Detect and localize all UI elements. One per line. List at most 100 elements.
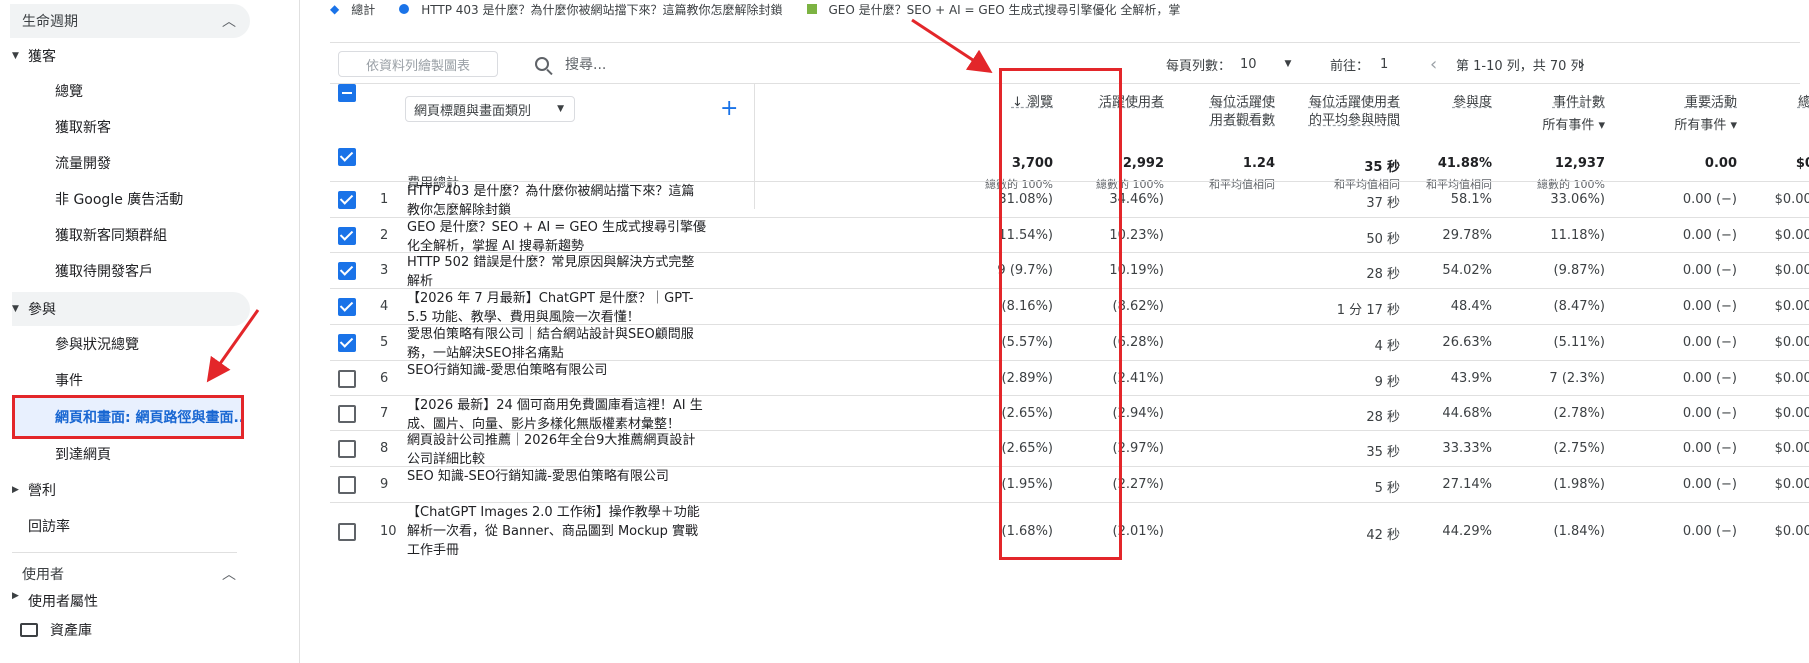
cell-rev: $0.00 (−) <box>1774 227 1809 243</box>
table-row[interactable]: 8 網頁設計公司推薦｜2026年全台9大推薦網頁設計公司詳細比較 (2.65%) (2… <box>330 430 1809 467</box>
sidebar-item-landing-page[interactable]: 到達網頁 <box>55 437 111 471</box>
cell-views: 31.08%) <box>998 192 1053 207</box>
search-icon <box>535 57 549 71</box>
prev-page-icon[interactable]: ‹ <box>1430 43 1437 85</box>
sidebar: 生命週期 ︿ ▼ 獲客 總覽 獲取新客 流量開發 非 Google 廣告活動 獲… <box>0 0 300 663</box>
cell-views: (2.65%) <box>1001 405 1053 421</box>
row-checkbox[interactable] <box>338 523 356 541</box>
caret-right-icon: ▶ <box>12 591 19 601</box>
table-row[interactable]: 4 【2026 年 7 月最新】ChatGPT 是什麼？｜GPT-5.5 功能、教… <box>330 288 1809 325</box>
cell-views: (2.89%) <box>1001 370 1053 386</box>
sidebar-item-retention[interactable]: 回訪率 <box>12 509 70 543</box>
select-all-checkbox[interactable] <box>338 84 356 102</box>
legend-series-2[interactable]: GEO 是什麼？SEO + AI = GEO 生成式搜尋引擎優化 全解析，掌握 … <box>806 1 1180 18</box>
row-checkbox[interactable] <box>338 262 356 280</box>
cell-eng: 44.29% <box>1442 524 1492 539</box>
table-row[interactable]: 7 【2026 最新】24 個可商用免費圖庫看這裡！AI 生成、圖片、向量、影片多… <box>330 395 1809 432</box>
table-row[interactable]: 3 HTTP 502 錯誤是什麼？常見原因與解決方式完整解析 9 (9.7%) 10.… <box>330 252 1809 289</box>
sidebar-item-leads[interactable]: 獲取待開發客戶 <box>55 254 153 288</box>
cell-events: (5.11%) <box>1553 335 1605 350</box>
sidebar-group-acquisition[interactable]: ▼ 獲客 <box>12 39 56 73</box>
search-input[interactable]: 搜尋... <box>535 51 606 77</box>
legend-series-1[interactable]: HTTP 403 是什麼？為什麼你被網站擋下來？這篇教你怎麼解除封鎖 <box>399 1 794 18</box>
search-placeholder: 搜尋... <box>565 57 607 73</box>
dot-icon <box>399 4 410 14</box>
sidebar-item-non-google-campaigns[interactable]: 非 Google 廣告活動 <box>55 182 183 216</box>
row-checkbox[interactable] <box>338 298 356 316</box>
funnel-icon: ◆ <box>330 2 340 16</box>
cell-events: (1.98%) <box>1553 477 1605 492</box>
add-dimension-icon[interactable]: + <box>720 96 738 121</box>
sidebar-item-engagement-overview[interactable]: 參與狀況總覽 <box>55 327 139 361</box>
cell-users: (2.01%) <box>1112 524 1164 539</box>
group-engagement-label: 參與 <box>28 302 56 318</box>
cell-views: (1.68%) <box>1001 524 1053 539</box>
cell-eng: 44.68% <box>1442 405 1492 421</box>
sidebar-item-overview[interactable]: 總覽 <box>55 74 83 108</box>
library-link[interactable]: 資產庫 <box>20 620 92 640</box>
goto-label: 前往： <box>1330 58 1370 74</box>
row-checkbox[interactable] <box>338 369 356 388</box>
cell-events: (1.84%) <box>1553 524 1605 539</box>
legend-total[interactable]: ◆ 總計 <box>330 1 387 18</box>
cell-events: 7 (2.3%) <box>1549 370 1605 386</box>
sidebar-group-user-attributes[interactable]: ▶ 使用者屬性 <box>12 591 98 607</box>
sidebar-item-events[interactable]: 事件 <box>55 363 83 397</box>
row-number: 5 <box>380 335 389 350</box>
folder-icon <box>20 623 38 637</box>
cell-eng: 43.9% <box>1450 370 1492 386</box>
row-checkbox[interactable] <box>338 226 356 245</box>
column-name: 總收益 <box>1797 95 1809 110</box>
group-user-attr-label: 使用者屬性 <box>28 594 98 607</box>
cell-events: 11.18%) <box>1550 227 1605 243</box>
table-row[interactable]: 10 【ChatGPT Images 2.0 工作術】操作教學＋功能解析一次看，從… <box>330 502 1809 560</box>
row-title: HTTP 502 錯誤是什麼？常見原因與解決方式完整解析 <box>407 255 695 289</box>
chart-legend: ◆ 總計 HTTP 403 是什麼？為什麼你被網站擋下來？這篇教你怎麼解除封鎖 G… <box>330 0 1180 18</box>
goto-input[interactable]: 1 <box>1380 43 1388 85</box>
cell-views: 9 (9.7%) <box>997 263 1053 278</box>
row-checkbox[interactable] <box>338 476 356 494</box>
cell-rev: $0.00 (−) <box>1774 370 1809 386</box>
row-checkbox[interactable] <box>338 404 356 423</box>
sidebar-item-cohorts[interactable]: 獲取新客同類群組 <box>55 218 167 252</box>
dimension-select[interactable]: 網頁標題與畫面類別 ▼ <box>405 96 575 122</box>
divider <box>12 552 237 553</box>
section-lifecycle[interactable]: 生命週期 ︿ <box>10 4 250 38</box>
table-row[interactable]: 6 SEO行銷知識-愛思伯策略有限公司 (2.89%) (2.41%) 9 秒 43.9%… <box>330 360 1809 395</box>
row-number: 8 <box>380 441 389 456</box>
rows-per-page-select[interactable]: 10 ▼ <box>1240 43 1310 85</box>
cell-rev: $0.00 (−) <box>1774 299 1809 314</box>
library-label: 資產庫 <box>50 623 92 639</box>
cell-events: (8.47%) <box>1553 299 1605 314</box>
chevron-up-icon[interactable]: ︿ <box>222 564 236 584</box>
table-row[interactable]: 2 GEO 是什麼？SEO + AI = GEO 生成式搜尋引擎優化全解析，掌握 … <box>330 217 1809 254</box>
row-title: 【2026 年 7 月最新】ChatGPT 是什麼？｜GPT-5.5 功能、教學… <box>407 291 694 325</box>
table-row[interactable]: 5 愛思伯策略有限公司｜結合網站設計與SEO顧問服務，一站解決SEO排名痛點 (5.… <box>330 324 1809 361</box>
cell-events: (2.75%) <box>1553 441 1605 456</box>
section-lifecycle-label: 生命週期 <box>22 14 78 30</box>
cell-views: (2.65%) <box>1001 441 1053 456</box>
row-checkbox[interactable] <box>338 440 356 458</box>
caret-down-icon: ▼ <box>1284 59 1292 69</box>
sidebar-item-traffic[interactable]: 流量開發 <box>55 146 111 180</box>
column-total: 12,937 <box>1554 156 1605 171</box>
cell-eng: 33.33% <box>1442 441 1492 456</box>
caret-right-icon: ▶ <box>12 485 19 495</box>
row-checkbox[interactable] <box>338 334 356 352</box>
sidebar-item-pages-screens[interactable]: 網頁和畫面: 網頁路徑與畫面... <box>12 395 244 439</box>
row-number: 1 <box>380 192 389 207</box>
chevron-up-icon[interactable]: ︿ <box>222 11 236 31</box>
sidebar-group-monetization[interactable]: ▶ 營利 <box>12 473 56 507</box>
row-checkbox[interactable] <box>338 191 356 209</box>
row-title: 【2026 最新】24 個可商用免費圖庫看這裡！AI 生成、圖片、向量、影片多樣… <box>407 398 703 432</box>
table-row[interactable]: 1 HTTP 403 是什麼？為什麼你被網站擋下來？這篇教你怎麼解除封鎖 31.08… <box>330 181 1809 218</box>
plot-rows-button[interactable]: 依資料列繪製圖表 <box>338 51 498 77</box>
cell-users: (2.41%) <box>1112 370 1164 386</box>
next-page-icon[interactable]: › <box>1578 43 1585 85</box>
section-user[interactable]: 使用者 ︿ <box>10 557 250 591</box>
sidebar-item-new-users[interactable]: 獲取新客 <box>55 110 111 144</box>
sidebar-group-engagement[interactable]: ▼ 參與 <box>12 292 250 326</box>
table-row[interactable]: 9 SEO 知識-SEO行銷知識-愛思伯策略有限公司 (1.95%) (2.27%) 5… <box>330 466 1809 502</box>
cell-rev: $0.00 (−) <box>1774 524 1809 539</box>
totals-checkbox[interactable] <box>338 148 356 166</box>
